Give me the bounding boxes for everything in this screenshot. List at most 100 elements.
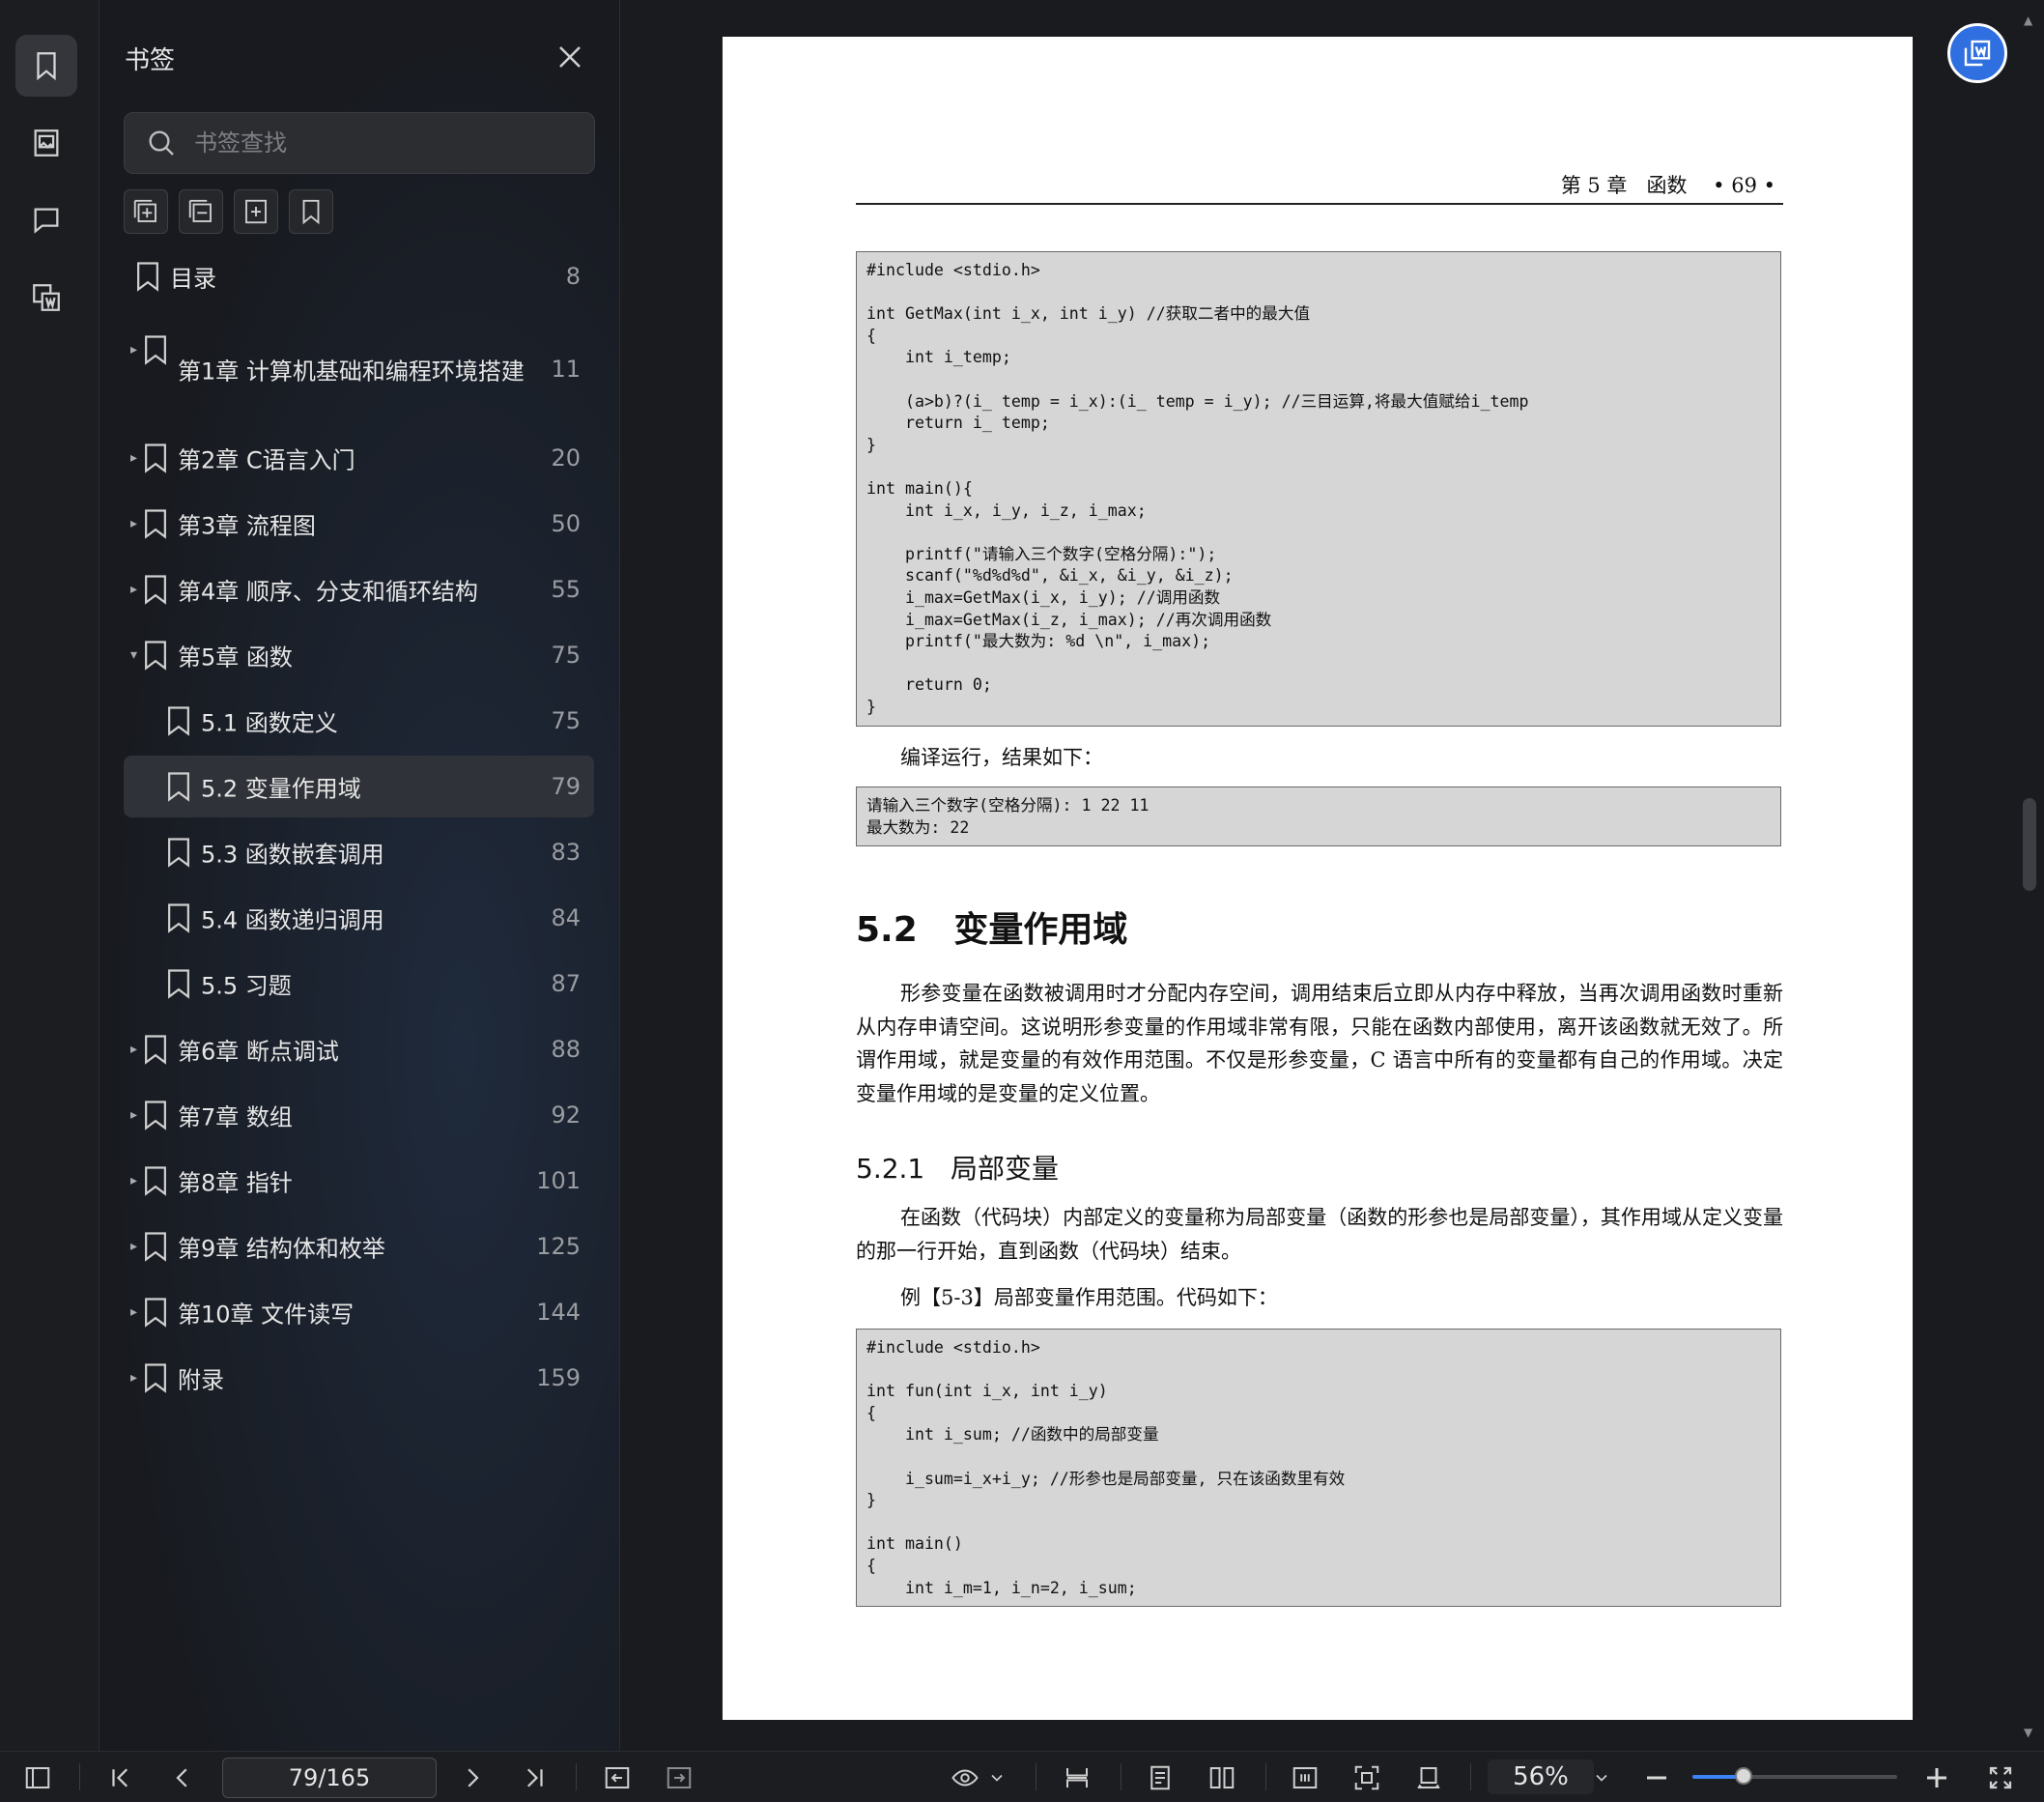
translate-tab-button[interactable] bbox=[15, 267, 77, 329]
expand-arrow-icon[interactable]: ▸ bbox=[130, 582, 137, 597]
bookmark-icon bbox=[145, 641, 166, 671]
zoom-slider-handle[interactable] bbox=[1735, 1767, 1752, 1785]
translate-floating-button[interactable] bbox=[1947, 23, 2007, 83]
comments-tab-button[interactable] bbox=[15, 189, 77, 251]
expand-arrow-icon[interactable]: ▸ bbox=[130, 1304, 137, 1320]
expand-arrow-icon[interactable]: ▸ bbox=[130, 342, 137, 358]
bookmark-label: 5.5 习题 bbox=[201, 972, 292, 1000]
collapse-arrow-icon[interactable]: ▾ bbox=[130, 647, 137, 663]
two-page-icon[interactable] bbox=[1207, 1763, 1236, 1792]
bookmark-page: 75 bbox=[551, 642, 581, 669]
expand-arrow-icon[interactable]: ▸ bbox=[130, 1370, 137, 1386]
zoom-level[interactable]: 56% bbox=[1488, 1759, 1594, 1794]
single-page-icon[interactable] bbox=[1146, 1763, 1175, 1792]
pdf-page: 第 5 章 函数 • 69 • #include <stdio.h> int G… bbox=[723, 37, 1913, 1720]
scroll-up-icon[interactable]: ▲ bbox=[2024, 14, 2032, 27]
fullscreen-icon[interactable] bbox=[1986, 1763, 2015, 1792]
thumbnail-tab-button[interactable] bbox=[15, 112, 77, 174]
running-head: 第 5 章 函数 • 69 • bbox=[856, 170, 1783, 205]
bookmark-page: 101 bbox=[536, 1167, 581, 1194]
expand-arrow-icon[interactable]: ▸ bbox=[130, 450, 137, 466]
translate-icon bbox=[33, 284, 60, 311]
bookmark-page: 125 bbox=[536, 1233, 581, 1260]
bookmark-label: 第3章 流程图 bbox=[178, 512, 316, 540]
bookmark-item[interactable]: 5.4 函数递归调用 84 bbox=[124, 887, 594, 949]
bookmark-item[interactable]: ▸ 第4章 顺序、分支和循环结构 55 bbox=[124, 558, 594, 620]
bookmark-page: 11 bbox=[551, 355, 581, 383]
expand-arrow-icon[interactable]: ▸ bbox=[130, 516, 137, 531]
bookmark-page: 75 bbox=[551, 707, 581, 734]
expand-all-button[interactable] bbox=[124, 189, 168, 234]
divider bbox=[576, 1763, 577, 1790]
scroll-down-icon[interactable]: ▼ bbox=[2024, 1726, 2032, 1739]
zoom-in-icon[interactable] bbox=[1922, 1763, 1951, 1792]
chevron-down-icon[interactable] bbox=[987, 1763, 1007, 1792]
bookmark-label: 目录 bbox=[170, 265, 216, 293]
bookmark-page: 83 bbox=[551, 839, 581, 866]
panel-title: 书签 bbox=[125, 46, 176, 75]
expand-all-icon bbox=[133, 199, 156, 222]
bookmark-action-button[interactable] bbox=[289, 189, 333, 234]
bookmark-icon bbox=[145, 575, 166, 605]
bookmark-icon bbox=[37, 52, 56, 81]
bookmark-item[interactable]: 5.3 函数嵌套调用 83 bbox=[124, 821, 594, 883]
last-page-icon[interactable] bbox=[520, 1763, 549, 1792]
bookmark-label: 5.4 函数递归调用 bbox=[201, 906, 384, 934]
add-bookmark-button[interactable] bbox=[234, 189, 278, 234]
expand-arrow-icon[interactable]: ▸ bbox=[130, 1239, 137, 1254]
divider bbox=[79, 1763, 80, 1790]
bookmark-icon bbox=[168, 706, 189, 736]
bookmark-search-input[interactable] bbox=[192, 123, 582, 163]
section-heading: 5.2 变量作用域 bbox=[856, 910, 1128, 950]
bookmark-page: 55 bbox=[551, 576, 581, 603]
previous-page-icon[interactable] bbox=[168, 1763, 197, 1792]
bookmark-item[interactable]: ▸ 第6章 断点调试 88 bbox=[124, 1018, 594, 1080]
bookmark-label: 第8章 指针 bbox=[178, 1169, 293, 1197]
bookmark-item[interactable]: 5.1 函数定义 75 bbox=[124, 690, 594, 752]
chevron-down-icon[interactable] bbox=[1592, 1763, 1611, 1792]
navigate-back-icon[interactable] bbox=[603, 1763, 632, 1792]
bookmark-icon bbox=[145, 1298, 166, 1328]
expand-arrow-icon[interactable]: ▸ bbox=[130, 1173, 137, 1188]
code-block: #include <stdio.h> int fun(int i_x, int … bbox=[856, 1329, 1781, 1607]
expand-arrow-icon[interactable]: ▸ bbox=[130, 1107, 137, 1123]
close-icon[interactable] bbox=[555, 43, 584, 72]
bookmark-item-selected[interactable]: 5.2 变量作用域 79 bbox=[124, 756, 594, 817]
continuous-scroll-icon[interactable] bbox=[1063, 1763, 1092, 1792]
rotate-page-icon[interactable] bbox=[1414, 1763, 1443, 1792]
next-page-icon[interactable] bbox=[458, 1763, 487, 1792]
scrollbar-thumb[interactable] bbox=[2023, 798, 2036, 891]
eye-icon[interactable] bbox=[951, 1763, 979, 1792]
page-number-input[interactable]: 79/165 bbox=[222, 1758, 437, 1798]
bookmark-toolbar bbox=[124, 189, 333, 234]
first-page-icon[interactable] bbox=[106, 1763, 135, 1792]
bookmark-search-box[interactable] bbox=[124, 112, 595, 174]
navigate-forward-icon[interactable] bbox=[665, 1763, 694, 1792]
bookmark-tab-button[interactable] bbox=[15, 35, 77, 97]
bookmark-page: 79 bbox=[551, 773, 581, 800]
collapse-all-button[interactable] bbox=[179, 189, 223, 234]
bookmark-label: 第9章 结构体和枚举 bbox=[178, 1235, 385, 1263]
sidebar-toggle-icon[interactable] bbox=[23, 1763, 52, 1792]
zoom-out-icon[interactable] bbox=[1642, 1763, 1671, 1792]
bookmark-item[interactable]: ▸ 第9章 结构体和枚举 125 bbox=[124, 1216, 594, 1277]
bookmark-item[interactable]: 目录 8 bbox=[124, 245, 594, 307]
bookmark-item[interactable]: 5.5 习题 87 bbox=[124, 953, 594, 1015]
bookmark-page: 20 bbox=[551, 444, 581, 472]
fit-page-icon[interactable] bbox=[1352, 1763, 1381, 1792]
expand-arrow-icon[interactable]: ▸ bbox=[130, 1042, 137, 1057]
divider bbox=[1470, 1763, 1471, 1790]
zoom-slider[interactable] bbox=[1692, 1767, 1897, 1785]
bookmark-item[interactable]: ▸ 附录 159 bbox=[124, 1347, 594, 1409]
bookmark-item[interactable]: ▸ 第1章 计算机基础和编程环境搭建 11 bbox=[124, 329, 594, 390]
bookmark-page: 144 bbox=[536, 1299, 581, 1326]
bookmark-item[interactable]: ▾ 第5章 函数 75 bbox=[124, 624, 594, 686]
fit-width-icon[interactable] bbox=[1291, 1763, 1320, 1792]
bookmark-item[interactable]: ▸ 第2章 C语言入门 20 bbox=[124, 427, 594, 489]
bookmark-item[interactable]: ▸ 第10章 文件读写 144 bbox=[124, 1281, 594, 1343]
bookmark-item[interactable]: ▸ 第3章 流程图 50 bbox=[124, 493, 594, 555]
bookmark-item[interactable]: ▸ 第8章 指针 101 bbox=[124, 1150, 594, 1212]
output-text: 请输入三个数字(空格分隔): 1 22 11 最大数为: 22 bbox=[866, 796, 1150, 837]
bookmark-icon bbox=[168, 772, 189, 802]
bookmark-item[interactable]: ▸ 第7章 数组 92 bbox=[124, 1084, 594, 1146]
